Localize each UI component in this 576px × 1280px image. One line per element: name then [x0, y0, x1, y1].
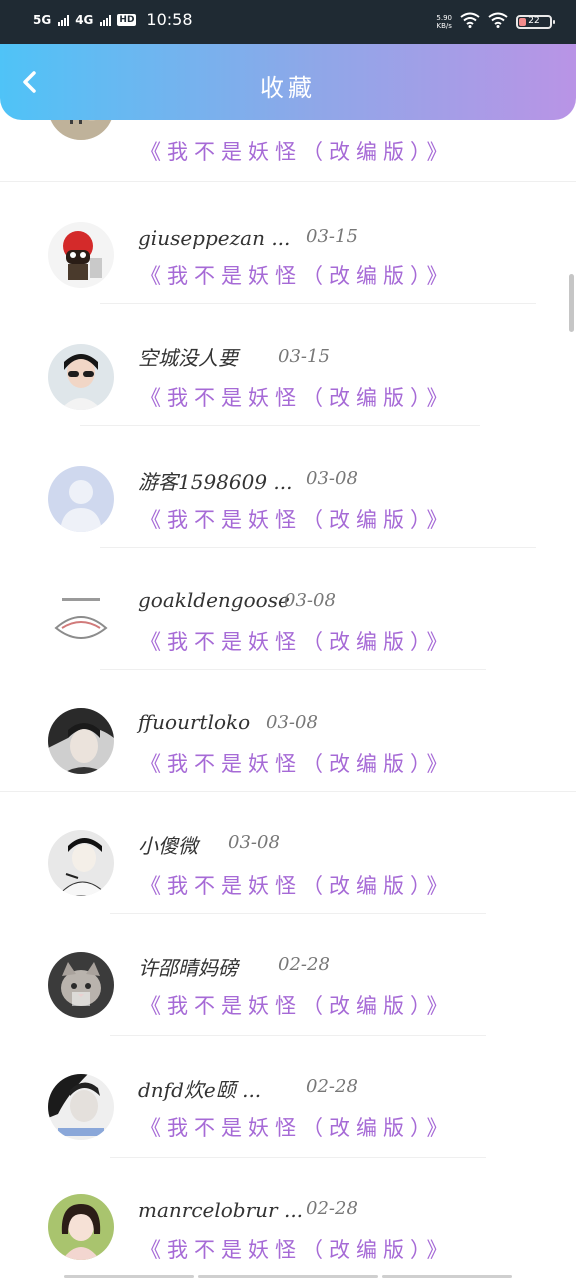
status-left: 5G 4G HD 10:58	[33, 10, 193, 29]
bottom-indicator	[64, 1275, 194, 1278]
post-date: 03-08	[306, 468, 358, 489]
net-speed: 5.90 KB/s	[436, 14, 452, 30]
network-5g-label: 5G	[33, 12, 52, 27]
page-title: 收藏	[260, 74, 316, 102]
book-title[interactable]: 《我不是妖怪（改编版）》	[140, 990, 454, 1020]
list-item[interactable]: 《我不是妖怪（改编版）》	[0, 120, 576, 182]
book-title[interactable]: 《我不是妖怪（改编版）》	[140, 1112, 454, 1142]
network-4g-label: 4G	[75, 12, 94, 27]
favorites-list[interactable]: 《我不是妖怪（改编版）》 giuseppezan ... 03-15 《我不是妖…	[0, 120, 576, 1280]
post-date: 03-08	[228, 832, 280, 853]
list-item[interactable]: dnfd炊e颐 ... 02-28 《我不是妖怪（改编版）》	[0, 1036, 576, 1158]
user-name: 小傻微	[138, 834, 198, 858]
user-name: 许邵晴妈磅	[138, 956, 238, 980]
book-title[interactable]: 《我不是妖怪（改编版）》	[140, 870, 454, 900]
avatar	[48, 952, 114, 1018]
bottom-indicator	[382, 1275, 512, 1278]
post-date: 02-28	[306, 1198, 358, 1219]
post-date: 03-15	[278, 346, 330, 367]
battery-icon: 22	[516, 15, 555, 29]
user-name: dnfd炊e颐 ...	[138, 1078, 262, 1102]
avatar	[48, 466, 114, 532]
signal-icon-2	[100, 14, 112, 26]
post-date: 02-28	[306, 1076, 358, 1097]
user-name: ffuourtloko	[138, 710, 251, 734]
avatar	[48, 222, 114, 288]
signal-icon	[58, 14, 70, 26]
list-item[interactable]: 许邵晴妈磅 02-28 《我不是妖怪（改编版）》	[0, 914, 576, 1036]
book-title[interactable]: 《我不是妖怪（改编版）》	[140, 136, 454, 166]
status-time: 10:58	[146, 10, 193, 29]
scrollbar-thumb[interactable]	[569, 274, 574, 332]
avatar	[48, 1074, 114, 1140]
list-item[interactable]: giuseppezan ... 03-15 《我不是妖怪（改编版）》	[0, 182, 576, 304]
post-date: 02-28	[278, 954, 330, 975]
user-name: 游客1598609 ...	[138, 470, 293, 494]
wifi-icon-2	[488, 12, 508, 32]
avatar	[48, 120, 114, 140]
user-name: manrcelobrur ...	[138, 1198, 304, 1222]
book-title[interactable]: 《我不是妖怪（改编版）》	[140, 748, 454, 778]
book-title[interactable]: 《我不是妖怪（改编版）》	[140, 382, 454, 412]
status-bar: 5G 4G HD 10:58 5.90 KB/s 22	[0, 0, 576, 44]
book-title[interactable]: 《我不是妖怪（改编版）》	[140, 260, 454, 290]
avatar	[48, 830, 114, 896]
bottom-indicator	[198, 1275, 378, 1278]
list-item[interactable]: goakldengoose 03-08 《我不是妖怪（改编版）》	[0, 548, 576, 670]
book-title[interactable]: 《我不是妖怪（改编版）》	[140, 1234, 454, 1264]
status-right: 5.90 KB/s 22	[436, 12, 555, 32]
list-item[interactable]: 游客1598609 ... 03-08 《我不是妖怪（改编版）》	[0, 426, 576, 548]
net-speed-value: 5.90	[436, 14, 452, 22]
wifi-icon	[460, 12, 480, 32]
list-item[interactable]: 空城没人要 03-15 《我不是妖怪（改编版）》	[0, 304, 576, 426]
book-title[interactable]: 《我不是妖怪（改编版）》	[140, 626, 454, 656]
battery-level: 22	[528, 16, 540, 26]
user-name: 空城没人要	[138, 346, 238, 370]
user-name: giuseppezan ...	[138, 226, 291, 250]
list-item[interactable]: manrcelobrur ... 02-28 《我不是妖怪（改编版）》	[0, 1158, 576, 1280]
list-item[interactable]: 小傻微 03-08 《我不是妖怪（改编版）》	[0, 792, 576, 914]
avatar	[48, 344, 114, 410]
user-name: goakldengoose	[138, 588, 290, 612]
header: 收藏	[0, 44, 576, 120]
avatar	[48, 708, 114, 774]
net-speed-unit: KB/s	[436, 22, 452, 30]
avatar	[48, 1194, 114, 1260]
hd-badge: HD	[117, 13, 137, 26]
list-item[interactable]: ffuourtloko 03-08 《我不是妖怪（改编版）》	[0, 670, 576, 792]
avatar	[48, 588, 114, 654]
post-date: 03-15	[306, 226, 358, 247]
post-date: 03-08	[266, 712, 318, 733]
post-date: 03-08	[284, 590, 336, 611]
book-title[interactable]: 《我不是妖怪（改编版）》	[140, 504, 454, 534]
